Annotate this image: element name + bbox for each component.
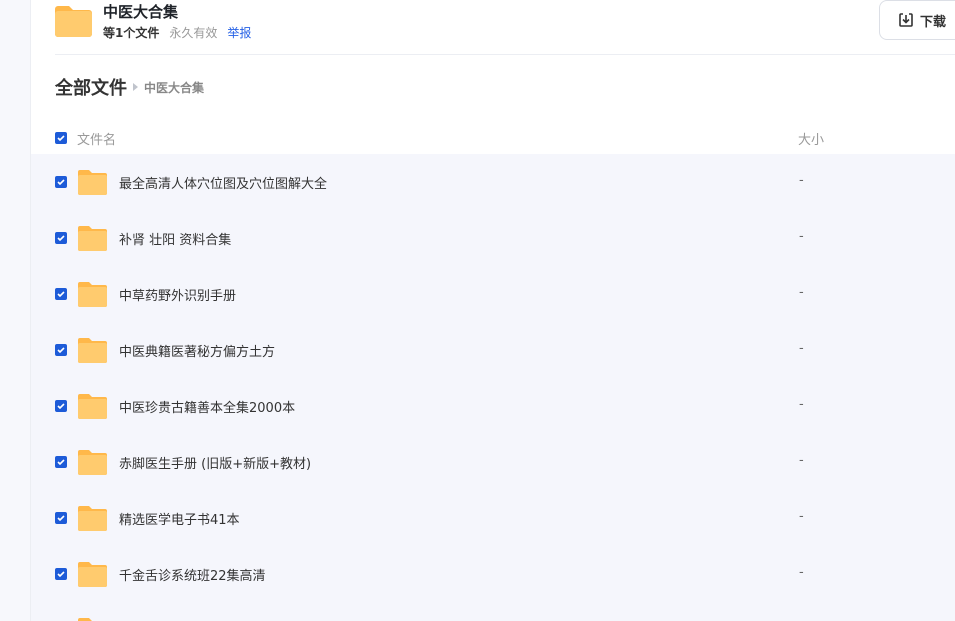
list-header: 文件名 大小 [31,120,955,154]
file-size: - [799,453,804,468]
download-icon [899,13,913,27]
folder-icon [78,338,107,363]
row-checkbox[interactable] [55,456,67,468]
download-button[interactable]: 下载 [879,0,955,40]
table-row[interactable]: 最全高清人体穴位图及穴位图解大全 - [31,154,955,210]
folder-icon [78,170,107,195]
report-link[interactable]: 举报 [227,24,251,41]
check-icon [57,571,65,578]
file-name[interactable]: 中医典籍医著秘方偏方土方 [119,341,275,360]
file-size: - [799,565,804,580]
table-row[interactable]: 千金舌诊系统班22集高清 - [31,546,955,602]
table-row[interactable]: 中医典籍医著秘方偏方土方 - [31,322,955,378]
table-row[interactable]: 赤脚医生手册 (旧版+新版+教材) - [31,434,955,490]
check-icon [57,135,65,142]
column-header-name[interactable]: 文件名 [77,129,116,148]
file-name[interactable]: 补肾 壮阳 资料合集 [119,229,231,248]
header-divider [55,54,955,55]
file-name[interactable]: 精选医学电子书41本 [119,509,240,528]
breadcrumb-separator-icon [133,83,138,91]
file-name[interactable]: 中草药野外识别手册 [119,285,236,304]
row-checkbox[interactable] [55,400,67,412]
breadcrumb-root[interactable]: 全部文件 [55,74,127,100]
file-size: - [799,397,804,412]
check-icon [57,347,65,354]
row-checkbox[interactable] [55,344,67,356]
share-meta: 等1个文件 永久有效 举报 [103,24,251,41]
folder-icon [78,394,107,419]
file-count: 等1个文件 [103,26,160,40]
breadcrumb: 全部文件 中医大合集 [55,74,204,100]
row-checkbox[interactable] [55,512,67,524]
row-checkbox[interactable] [55,568,67,580]
file-name[interactable]: 中医珍贵古籍善本全集2000本 [119,397,295,416]
file-list: 最全高清人体穴位图及穴位图解大全 - 补肾 壮阳 资料合集 - 中草药野外识别手… [31,154,955,621]
file-name[interactable]: 最全高清人体穴位图及穴位图解大全 [119,173,327,192]
file-size: - [799,229,804,244]
check-icon [57,179,65,186]
row-checkbox[interactable] [55,288,67,300]
share-header: 中医大合集 等1个文件 永久有效 举报 下载 [31,0,955,55]
file-size: - [799,173,804,188]
expiry-label: 永久有效 [169,26,218,40]
table-row[interactable] [31,602,955,621]
check-icon [57,515,65,522]
file-size: - [799,509,804,524]
folder-icon [78,282,107,307]
folder-icon [78,506,107,531]
row-checkbox[interactable] [55,176,67,188]
check-icon [57,291,65,298]
folder-icon [55,6,92,37]
select-all-checkbox[interactable] [55,132,67,144]
file-name[interactable]: 赤脚医生手册 (旧版+新版+教材) [119,453,311,472]
folder-icon [78,562,107,587]
folder-icon [78,226,107,251]
breadcrumb-current: 中医大合集 [144,80,205,95]
left-sidebar-strip [0,0,31,621]
table-row[interactable]: 补肾 壮阳 资料合集 - [31,210,955,266]
check-icon [57,235,65,242]
table-row[interactable]: 精选医学电子书41本 - [31,490,955,546]
check-icon [57,403,65,410]
file-name[interactable]: 千金舌诊系统班22集高清 [119,565,266,584]
check-icon [57,459,65,466]
share-title: 中医大合集 [103,3,179,21]
folder-icon [78,450,107,475]
download-label: 下载 [920,14,947,30]
file-size: - [799,285,804,300]
column-header-size[interactable]: 大小 [798,129,824,148]
table-row[interactable]: 中医珍贵古籍善本全集2000本 - [31,378,955,434]
folder-icon [78,618,105,621]
row-checkbox[interactable] [55,232,67,244]
table-row[interactable]: 中草药野外识别手册 - [31,266,955,322]
file-size: - [799,341,804,356]
